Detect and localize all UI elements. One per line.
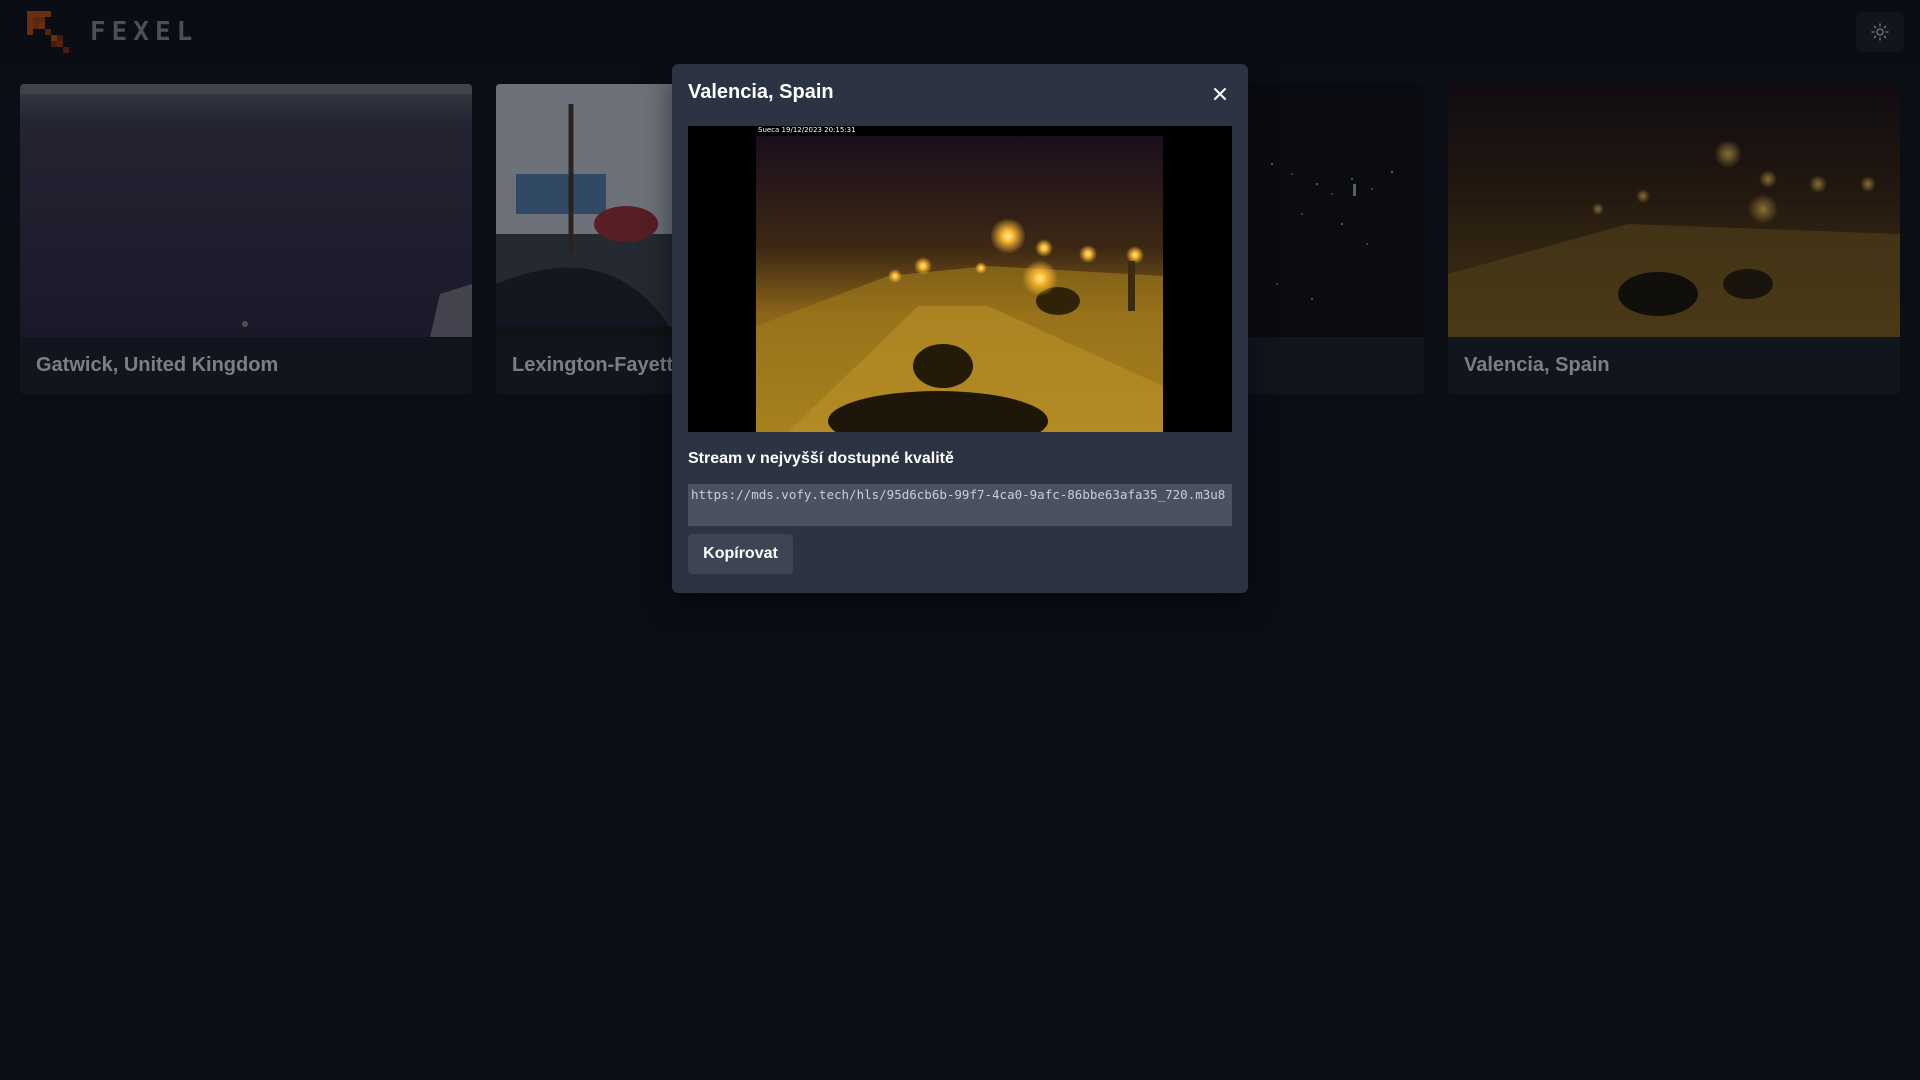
video-timestamp: Sueca 19/12/2023 20:15:31 (758, 126, 856, 134)
close-button[interactable] (1206, 80, 1234, 108)
webcam-modal: Valencia, Spain Sueca 19/12/2023 20:15:3… (672, 64, 1248, 593)
video-player[interactable]: Sueca 19/12/2023 20:15:31 (688, 126, 1232, 451)
copy-button[interactable]: Kopírovat (688, 534, 793, 574)
modal-title: Valencia, Spain (688, 81, 834, 103)
stream-quality-label: Stream v nejvyšší dostupné kvalitě (688, 450, 954, 467)
close-icon (1214, 88, 1226, 100)
video-frame (688, 126, 1232, 451)
stream-url-field[interactable]: https://mds.vofy.tech/hls/95d6cb6b-99f7-… (688, 484, 1232, 526)
